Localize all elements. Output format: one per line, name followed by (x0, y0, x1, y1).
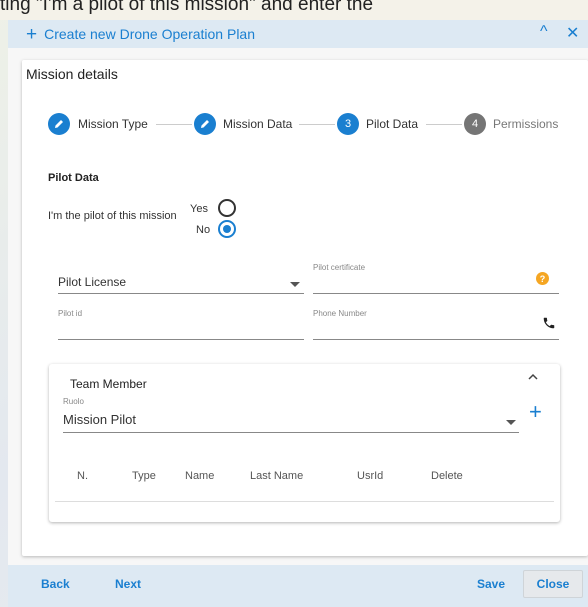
dialog-title: Create new Drone Operation Plan (44, 26, 256, 42)
phone-number-underline (313, 339, 559, 340)
column-delete: Delete (431, 470, 463, 482)
column-last-name: Last Name (250, 470, 304, 482)
pilot-id-label: Pilot id (58, 309, 83, 318)
collapse-icon[interactable] (527, 370, 539, 382)
pilot-certificate-field[interactable] (313, 272, 559, 292)
step-connector (426, 124, 462, 125)
column-name: Name (185, 470, 215, 482)
table-divider (55, 501, 554, 502)
close-icon[interactable]: ✕ (566, 23, 579, 43)
collapse-icon[interactable]: ^ (540, 23, 548, 41)
background-instruction-text: ting "I'm a pilot of this mission" and e… (0, 0, 588, 20)
mission-details-card: Mission details Mission Type Mission Dat… (22, 60, 588, 556)
step-3-number-icon[interactable]: 3 (337, 113, 359, 135)
dialog-header: + Create new Drone Operation Plan ^ ✕ (8, 20, 588, 48)
save-button[interactable]: Save (477, 577, 505, 591)
no-label: No (196, 224, 211, 236)
yes-radio[interactable] (218, 199, 236, 217)
step-1-edit-icon[interactable] (48, 113, 70, 135)
chevron-down-icon[interactable] (290, 282, 300, 287)
no-radio[interactable] (218, 220, 236, 238)
help-icon[interactable]: ? (536, 272, 549, 285)
instruction-text: ting "I'm a pilot of this mission" and e… (0, 0, 374, 15)
chevron-down-icon[interactable] (506, 420, 516, 425)
step-2-edit-icon[interactable] (194, 113, 216, 135)
step-connector (156, 124, 192, 125)
pilot-certificate-underline (313, 293, 559, 294)
step-4-number-icon[interactable]: 4 (464, 113, 486, 135)
pilot-license-select[interactable]: Pilot License (58, 275, 126, 289)
phone-number-label: Phone Number (313, 309, 367, 318)
phone-number-field[interactable] (313, 320, 559, 340)
column-usrid: UsrId (357, 470, 384, 482)
add-icon: + (26, 23, 38, 45)
step-4-label[interactable]: Permissions (493, 117, 558, 131)
team-member-title: Team Member (70, 377, 147, 391)
pilot-id-field[interactable] (58, 320, 304, 340)
dialog-footer: Back Next Save Close (8, 565, 588, 607)
pilot-id-underline (58, 339, 304, 340)
close-button[interactable]: Close (523, 570, 583, 598)
column-number: N. (77, 470, 88, 482)
step-2-label[interactable]: Mission Data (223, 117, 292, 131)
yes-label: Yes (190, 203, 208, 215)
next-button[interactable]: Next (115, 577, 141, 591)
role-underline (63, 432, 519, 433)
team-member-card: Team Member Ruolo Mission Pilot + N. Typ… (49, 364, 560, 522)
pilot-license-underline (58, 293, 304, 294)
column-type: Type (132, 470, 156, 482)
card-title: Mission details (26, 66, 118, 82)
pilot-question: I'm the pilot of this mission (48, 210, 177, 222)
role-label: Ruolo (63, 397, 84, 406)
step-1-label[interactable]: Mission Type (78, 117, 148, 131)
dialog-body: Mission details Mission Type Mission Dat… (8, 48, 588, 565)
pilot-certificate-label: Pilot certificate (313, 263, 366, 272)
pilot-data-title: Pilot Data (48, 172, 99, 184)
step-3-label[interactable]: Pilot Data (366, 117, 418, 131)
phone-icon (542, 316, 556, 335)
step-connector (299, 124, 335, 125)
back-button[interactable]: Back (41, 577, 70, 591)
add-member-icon[interactable]: + (529, 399, 542, 425)
role-select[interactable]: Mission Pilot (63, 412, 136, 427)
